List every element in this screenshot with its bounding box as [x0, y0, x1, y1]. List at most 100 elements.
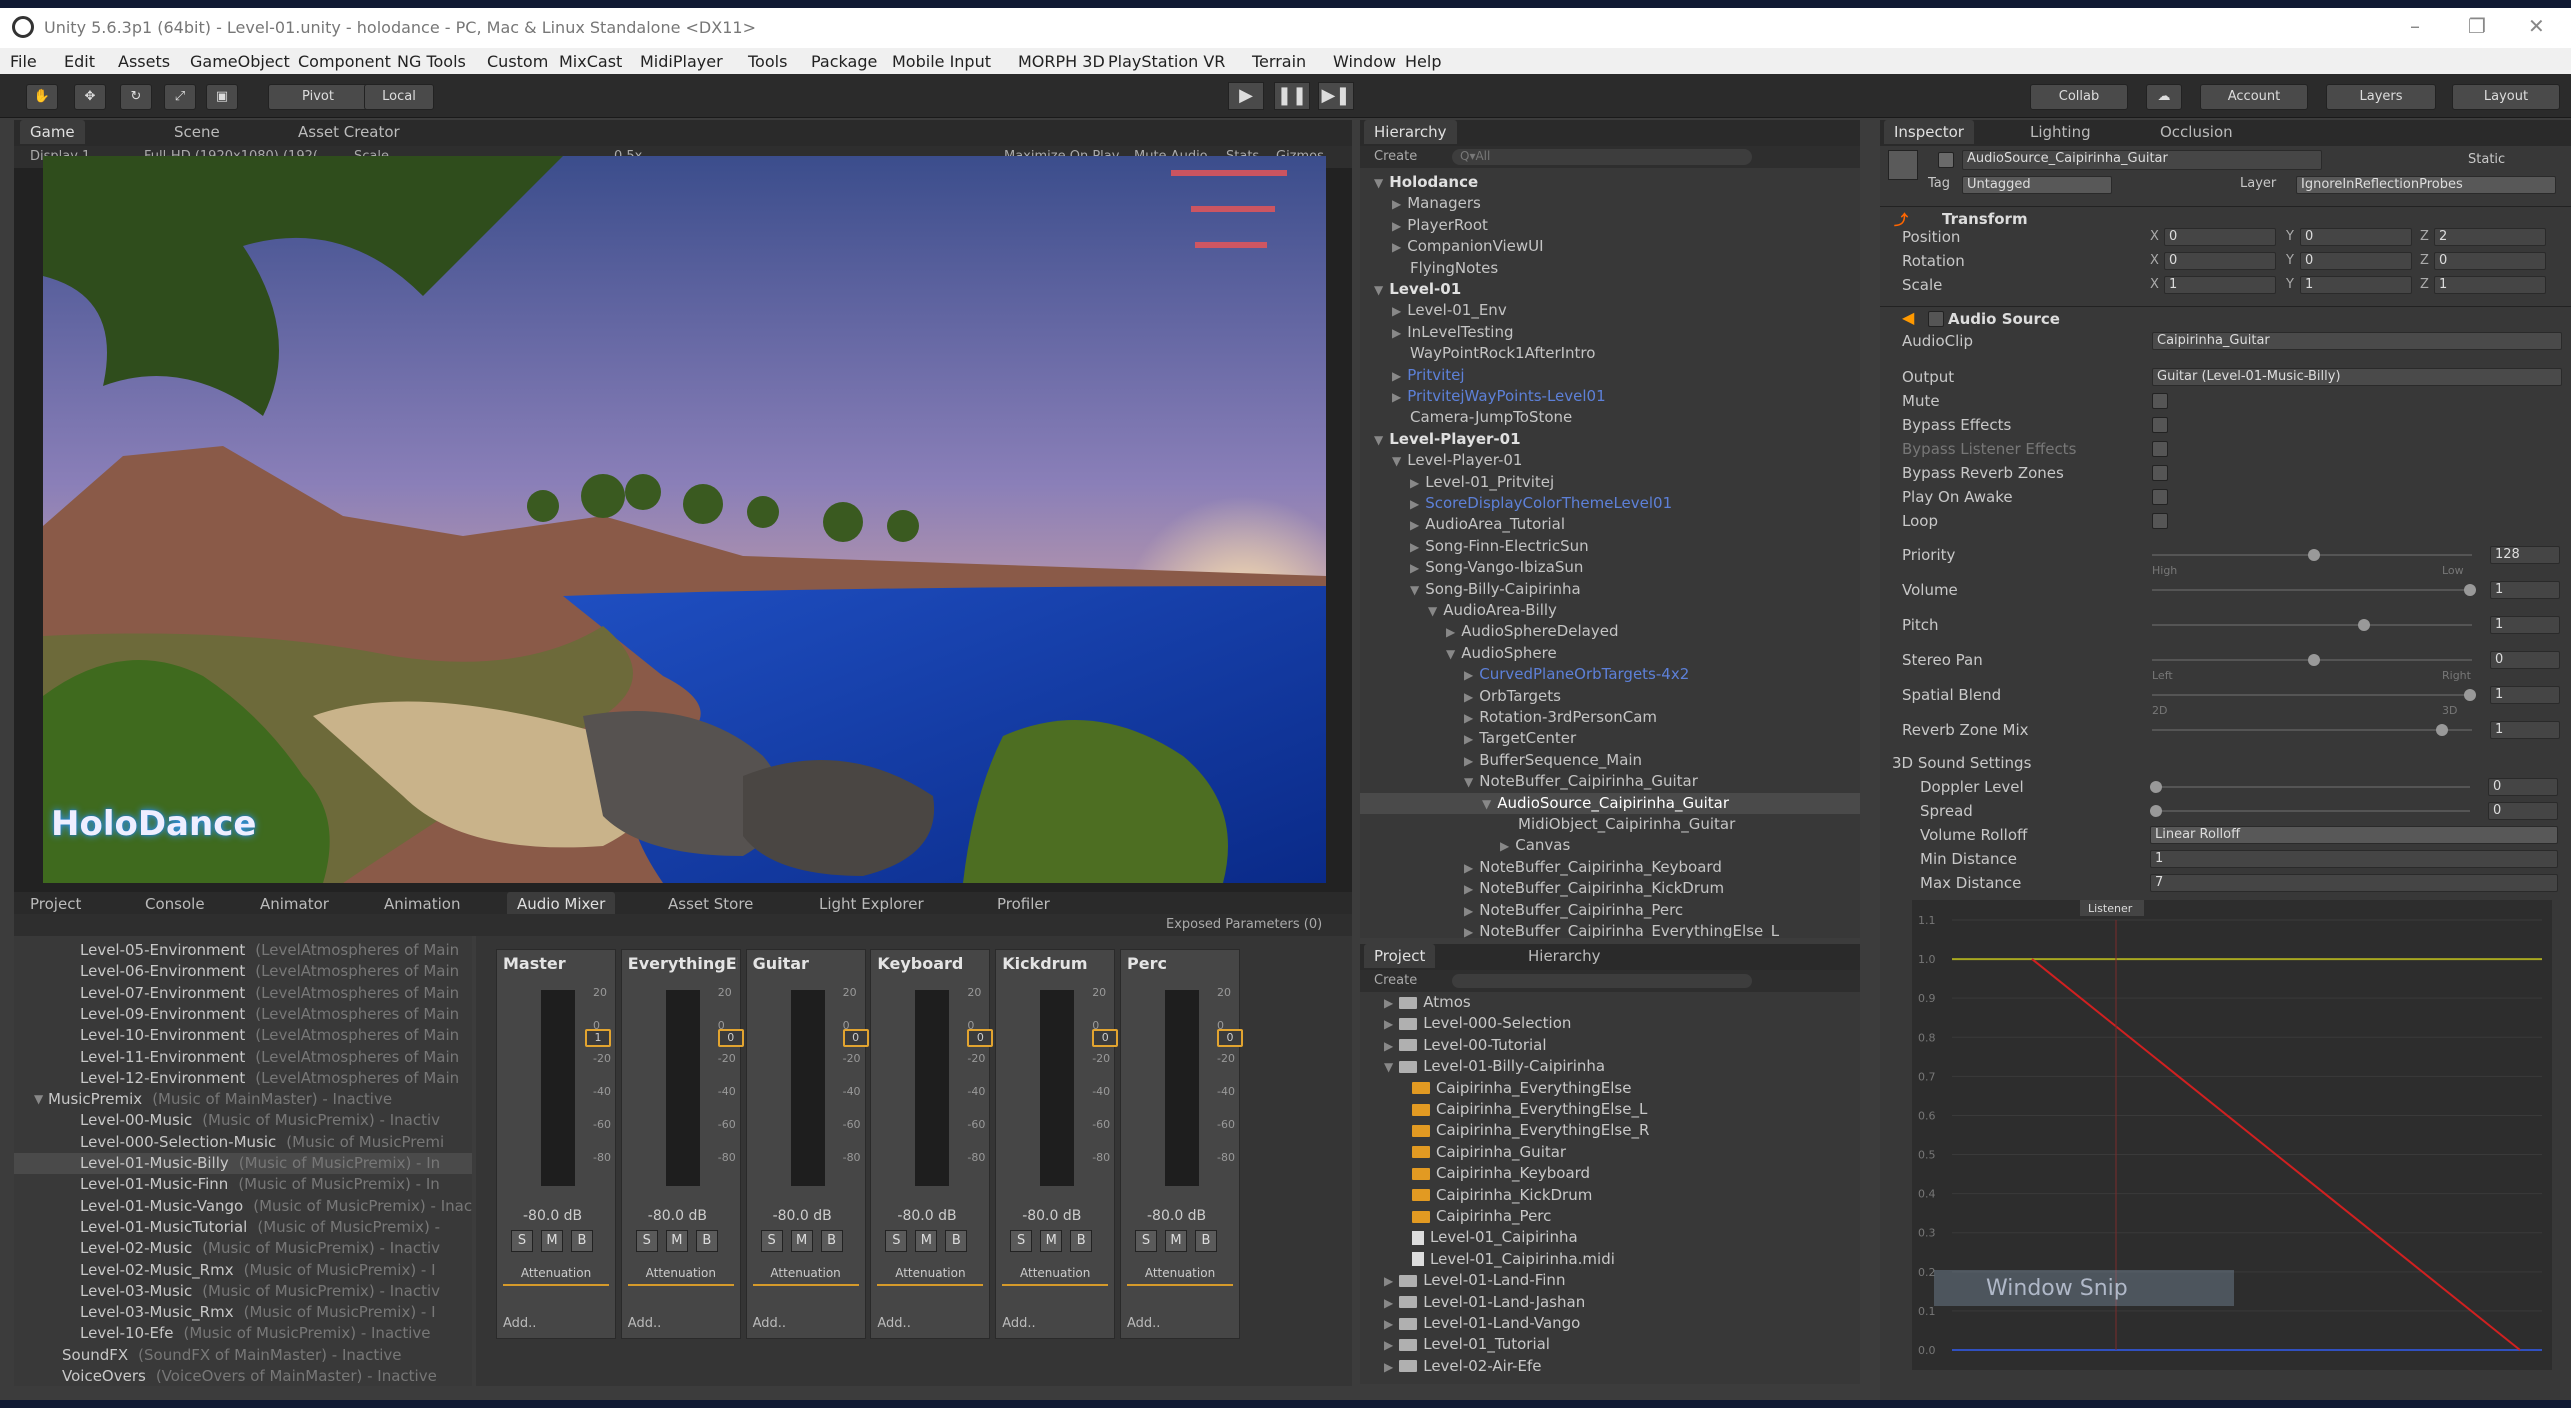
solo-button[interactable]: S [1135, 1230, 1157, 1252]
hierarchy-item[interactable]: ▶ AudioSphereDelayed [1360, 621, 1860, 642]
hierarchy-item[interactable]: ▶ NoteBuffer_Caipirinha_EverythingElse_L [1360, 921, 1860, 938]
rect-tool-icon[interactable]: ▣ [206, 84, 238, 110]
mixer-group-item[interactable]: Level-03-Music (Music of MusicPremix) - I… [14, 1281, 472, 1302]
checkbox[interactable] [2152, 441, 2168, 457]
cloud-icon[interactable]: ☁ [2146, 84, 2182, 110]
slider-value-field[interactable]: 1 [2490, 686, 2560, 704]
menu-edit[interactable]: Edit [64, 52, 95, 71]
hierarchy-item[interactable]: WayPointRock1AfterIntro [1360, 343, 1860, 364]
attenuation-effect[interactable]: Attenuation [1002, 1266, 1109, 1286]
checkbox[interactable] [2152, 489, 2168, 505]
layers-dropdown[interactable]: Layers [2326, 84, 2436, 110]
project-item[interactable]: Level-01_Caipirinha.midi [1360, 1249, 1615, 1270]
slider-value-field[interactable]: 0 [2490, 651, 2560, 669]
expand-arrow-icon[interactable]: ▶ [1392, 304, 1401, 318]
attenuation-effect[interactable]: Attenuation [503, 1266, 609, 1286]
mixer-group-item[interactable]: Level-10-Efe (Music of MusicPremix) - Ina… [14, 1323, 472, 1344]
collapse-arrow-icon[interactable]: ▼ [1410, 583, 1419, 597]
play-button[interactable]: ▶ [1228, 82, 1264, 110]
game-render[interactable]: HoloDance [43, 156, 1326, 883]
mixer-group-item[interactable]: Level-01-Music-Billy (Music of MusicPremi… [14, 1153, 472, 1174]
hierarchy-item[interactable]: ▶ Managers [1360, 193, 1860, 214]
expand-arrow-icon[interactable]: ▶ [1384, 1338, 1393, 1352]
expand-arrow-icon[interactable]: ▶ [1446, 625, 1455, 639]
tab-project[interactable]: Project [20, 892, 91, 916]
bypass-button[interactable]: B [820, 1230, 843, 1252]
menu-mobile-input[interactable]: Mobile Input [892, 52, 991, 71]
hierarchy-item[interactable]: ▶ Level-01_Env [1360, 300, 1860, 321]
mixer-group-item[interactable]: Level-01-Music-Vango (Music of MusicPremi… [14, 1196, 472, 1217]
project-item[interactable]: Caipirinha_KickDrum [1360, 1185, 1592, 1206]
tab-hierarchy-2[interactable]: Hierarchy [1518, 944, 1611, 968]
exposed-parameters-dropdown[interactable]: Exposed Parameters (0) [1166, 917, 1322, 932]
volume-fader-handle[interactable]: 0 [1092, 1029, 1119, 1047]
transform-y-field[interactable]: 0 [2300, 228, 2412, 246]
solo-button[interactable]: S [885, 1230, 908, 1252]
hierarchy-create-button[interactable]: Create [1374, 149, 1417, 164]
expand-arrow-icon[interactable]: ▶ [1384, 1017, 1393, 1031]
hierarchy-item[interactable]: ▶ Song-Vango-IbizaSun [1360, 557, 1860, 578]
hierarchy-item[interactable]: ▼ Level-01 [1360, 279, 1860, 300]
tab-asset-creator[interactable]: Asset Creator [288, 120, 410, 144]
transform-x-field[interactable]: 0 [2164, 252, 2276, 270]
expand-arrow-icon[interactable]: ▶ [1500, 839, 1509, 853]
menu-window[interactable]: Window [1333, 52, 1396, 71]
mixer-group-item[interactable]: VoiceOvers (VoiceOvers of MainMaster) - I… [14, 1366, 472, 1386]
mute-button[interactable]: M [1165, 1230, 1187, 1252]
solo-button[interactable]: S [760, 1230, 783, 1252]
layer-select[interactable]: IgnoreInReflectionProbes [2296, 176, 2556, 194]
expand-arrow-icon[interactable]: ▶ [1392, 390, 1401, 404]
hierarchy-item[interactable]: ▼ Holodance [1360, 172, 1860, 193]
menu-tools[interactable]: Tools [748, 52, 787, 71]
object-name-field[interactable]: AudioSource_Caipirinha_Guitar [1962, 150, 2322, 170]
menu-assets[interactable]: Assets [118, 52, 170, 71]
mixer-group-item[interactable]: Level-09-Environment (LevelAtmospheres of… [14, 1004, 472, 1025]
mute-button[interactable]: M [915, 1230, 938, 1252]
mixer-group-item[interactable]: Level-05-Environment (LevelAtmospheres of… [14, 940, 472, 961]
hierarchy-item[interactable]: ▶ CurvedPlaneOrbTargets-4x2 [1360, 664, 1860, 685]
tab-scene[interactable]: Scene [164, 120, 230, 144]
menu-ng-tools[interactable]: NG Tools [397, 52, 466, 71]
project-item[interactable]: Caipirinha_Keyboard [1360, 1163, 1590, 1184]
project-search-input[interactable] [1452, 974, 1752, 988]
transform-x-field[interactable]: 1 [2164, 276, 2276, 294]
active-checkbox[interactable] [1938, 152, 1954, 168]
checkbox[interactable] [2152, 417, 2168, 433]
slider-value-field[interactable]: 1 [2490, 721, 2560, 739]
hand-tool-icon[interactable]: ✋ [26, 84, 58, 110]
mixer-group-item[interactable]: SoundFX (SoundFX of MainMaster) - Inactiv… [14, 1345, 472, 1366]
add-effect-button[interactable]: Add.. [503, 1316, 536, 1331]
hierarchy-item[interactable]: ▶ CompanionViewUI [1360, 236, 1860, 257]
hierarchy-item[interactable]: ▶ Level-01_Pritvitej [1360, 472, 1860, 493]
expand-arrow-icon[interactable]: ▼ [1374, 433, 1383, 447]
collapse-arrow-icon[interactable]: ▼ [1464, 775, 1473, 789]
transform-z-field[interactable]: 2 [2434, 228, 2546, 246]
slider-knob[interactable] [2150, 781, 2162, 793]
hierarchy-item[interactable]: ▼ AudioArea-Billy [1360, 600, 1860, 621]
mixer-group-item[interactable]: Level-02-Music (Music of MusicPremix) - I… [14, 1238, 472, 1259]
tab-profiler[interactable]: Profiler [987, 892, 1060, 916]
tab-animator[interactable]: Animator [250, 892, 339, 916]
menu-help[interactable]: Help [1405, 52, 1441, 71]
tab-inspector[interactable]: Inspector [1884, 120, 1974, 144]
expand-arrow-icon[interactable]: ▶ [1464, 882, 1473, 896]
mixer-group-item[interactable]: Level-02-Music_Rmx (Music of MusicPremix)… [14, 1260, 472, 1281]
menu-package[interactable]: Package [811, 52, 877, 71]
mute-button[interactable]: M [665, 1230, 688, 1252]
min-field[interactable]: 1 [2150, 850, 2558, 868]
menu-gameobject[interactable]: GameObject [190, 52, 290, 71]
project-item[interactable]: ▶ Level-000-Selection [1360, 1013, 1571, 1034]
tab-audio-mixer[interactable]: Audio Mixer [507, 892, 616, 916]
max-field[interactable]: 7 [2150, 874, 2558, 892]
bypass-button[interactable]: B [1195, 1230, 1217, 1252]
hierarchy-item[interactable]: ▶ Canvas [1360, 835, 1860, 856]
hierarchy-item[interactable]: ▶ NoteBuffer_Caipirinha_KickDrum [1360, 878, 1860, 899]
slider-knob[interactable] [2464, 689, 2476, 701]
add-effect-button[interactable]: Add.. [1127, 1316, 1160, 1331]
mixer-group-item[interactable]: Level-07-Environment (LevelAtmospheres of… [14, 983, 472, 1004]
bypass-button[interactable]: B [695, 1230, 718, 1252]
expand-arrow-icon[interactable]: ▶ [1410, 561, 1419, 575]
menu-playstation-vr[interactable]: PlayStation VR [1108, 52, 1225, 71]
slider-knob[interactable] [2435, 724, 2448, 736]
layout-dropdown[interactable]: Layout [2452, 84, 2560, 110]
